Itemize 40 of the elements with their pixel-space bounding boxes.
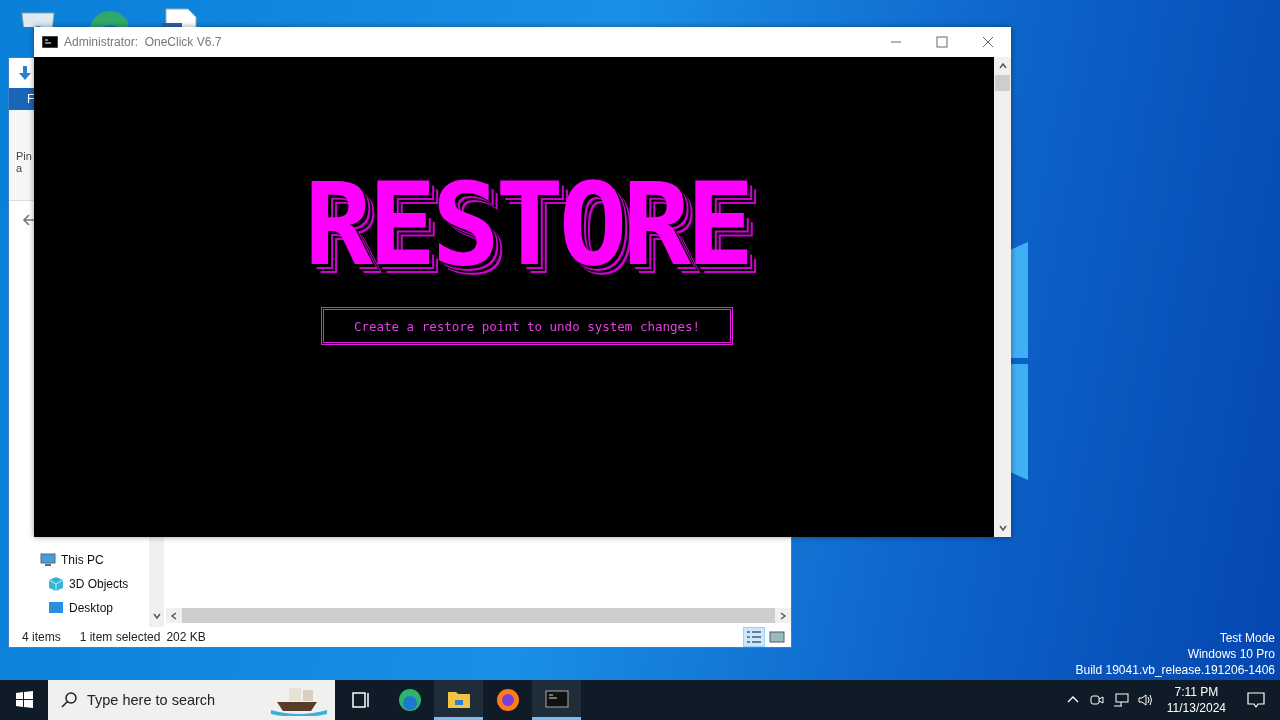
camera-icon[interactable] (1088, 692, 1105, 708)
search-icon (60, 691, 78, 709)
window-title: Administrator: OneClick V6.7 (64, 35, 222, 49)
monitor-icon (48, 600, 64, 616)
firefox-icon (495, 688, 520, 712)
os-notice-text: Test Mode (1219, 630, 1275, 646)
scroll-down-icon[interactable] (151, 611, 162, 621)
ribbon-tab[interactable]: F (9, 92, 35, 106)
status-selection: 1 item selected (79, 630, 161, 644)
back-arrow-icon[interactable] (21, 211, 37, 228)
os-notice-text: Build 19041.vb_release.191206-1406 (1075, 662, 1275, 678)
status-size: 202 KB (166, 630, 206, 644)
nav-tree-item[interactable]: This PC (9, 548, 149, 572)
down-arrow-icon[interactable] (17, 65, 33, 81)
computer-icon (40, 552, 56, 568)
nav-tree-item[interactable]: Desktop (9, 596, 149, 620)
details-view-icon[interactable] (744, 628, 764, 646)
edge-icon (397, 688, 422, 712)
clock-button[interactable]: 7:11 PM 11/13/2024 (1166, 684, 1226, 716)
cube-icon (48, 576, 64, 592)
ribbon-label[interactable]: Pin (16, 150, 32, 162)
console-icon (42, 36, 58, 48)
horizontal-scrollbar[interactable] (166, 608, 791, 623)
scrollbar-thumb[interactable] (995, 75, 1010, 91)
taskbar-app[interactable] (532, 680, 581, 720)
scroll-down-icon[interactable] (997, 523, 1008, 533)
taskbar-app[interactable] (434, 680, 483, 720)
search-field[interactable]: Type here to search (48, 680, 335, 720)
restore-message: Create a restore point to undo system changes! (353, 319, 701, 334)
network-icon[interactable] (1112, 692, 1129, 708)
notification-icon[interactable] (1246, 690, 1266, 710)
large-icons-view-icon[interactable] (767, 628, 787, 646)
speaker-icon[interactable] (1136, 692, 1153, 708)
status-item-count: 4 items (22, 630, 61, 644)
ribbon-label[interactable]: a (16, 162, 23, 174)
scroll-up-icon[interactable] (997, 61, 1008, 71)
nav-tree-item[interactable]: 3D Objects (9, 572, 149, 596)
os-notice-text: Windows 10 Pro (1187, 646, 1275, 662)
scroll-right-icon[interactable] (778, 610, 788, 621)
scroll-left-icon[interactable] (169, 610, 179, 621)
